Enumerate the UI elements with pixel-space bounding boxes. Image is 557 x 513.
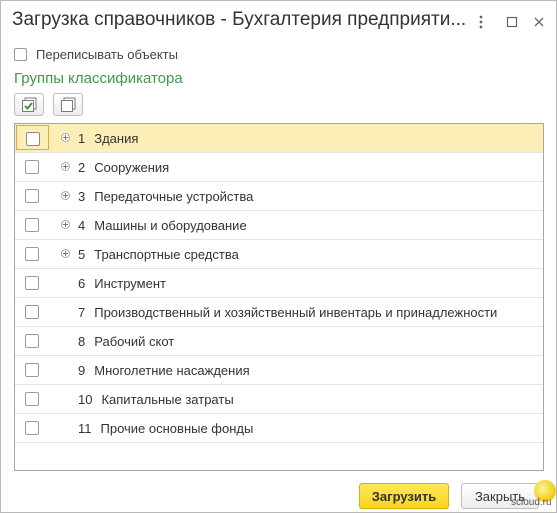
row-checkbox[interactable]	[25, 160, 39, 174]
row-checkbox[interactable]	[25, 276, 39, 290]
dialog-window: Загрузка справочников - Бухгалтерия пред…	[0, 0, 557, 513]
expand-icon[interactable]	[61, 162, 70, 171]
table-row[interactable]: 9 Многолетние насаждения	[15, 356, 543, 385]
row-label: 4 Машины и оборудование	[78, 218, 247, 233]
row-checkbox[interactable]	[25, 189, 39, 203]
more-icon[interactable]	[470, 11, 492, 33]
row-label: 3 Передаточные устройства	[78, 189, 254, 204]
check-all-button[interactable]	[14, 93, 44, 116]
uncheck-all-button[interactable]	[53, 93, 83, 116]
row-check-cell[interactable]	[16, 125, 49, 150]
uncheck-all-icon	[61, 97, 76, 112]
row-label: 7 Производственный и хозяйственный инвент…	[78, 305, 498, 320]
expand-icon[interactable]	[61, 249, 70, 258]
row-label: 1 Здания	[78, 131, 139, 146]
watermark-text: scloud.ru	[511, 497, 552, 508]
row-label: 6 Инструмент	[78, 276, 166, 291]
row-label: 9 Многолетние насаждения	[78, 363, 250, 378]
row-checkbox[interactable]	[25, 334, 39, 348]
row-checkbox[interactable]	[25, 305, 39, 319]
row-checkbox[interactable]	[25, 421, 39, 435]
row-label: 8 Рабочий скот	[78, 334, 175, 349]
overwrite-objects-option[interactable]: Переписывать объекты	[14, 45, 178, 63]
check-all-icon	[22, 97, 37, 112]
table-row[interactable]: 10 Капитальные затраты	[15, 385, 543, 414]
row-checkbox[interactable]	[26, 132, 40, 146]
title-bar: Загрузка справочников - Бухгалтерия пред…	[1, 1, 556, 43]
table-row[interactable]: 5 Транспортные средства	[15, 240, 543, 269]
classifier-groups-table[interactable]: 1 Здания 2 Сооружения 3 Передаточные устрой…	[14, 123, 544, 471]
overwrite-objects-label: Переписывать объекты	[36, 46, 178, 62]
window-title: Загрузка справочников - Бухгалтерия пред…	[12, 9, 467, 30]
table-row[interactable]: 3 Передаточные устройства	[15, 182, 543, 211]
table-row[interactable]: 11 Прочие основные фонды	[15, 414, 543, 443]
table-row[interactable]: 1 Здания	[15, 124, 543, 153]
close-icon[interactable]	[528, 11, 550, 33]
row-label: 10 Капитальные затраты	[78, 392, 234, 407]
row-checkbox[interactable]	[25, 247, 39, 261]
expand-icon[interactable]	[61, 191, 70, 200]
table-row[interactable]: 4 Машины и оборудование	[15, 211, 543, 240]
row-label: 11 Прочие основные фонды	[78, 421, 254, 436]
table-row[interactable]: 2 Сооружения	[15, 153, 543, 182]
row-checkbox[interactable]	[25, 392, 39, 406]
table-row[interactable]: 8 Рабочий скот	[15, 327, 543, 356]
row-label: 5 Транспортные средства	[78, 247, 239, 262]
overwrite-objects-checkbox[interactable]	[14, 47, 27, 61]
row-checkbox[interactable]	[25, 218, 39, 232]
table-row[interactable]: 6 Инструмент	[15, 269, 543, 298]
load-button[interactable]: Загрузить	[359, 483, 449, 509]
row-checkbox[interactable]	[25, 363, 39, 377]
table-row[interactable]: 7 Производственный и хозяйственный инвент…	[15, 298, 543, 327]
expand-icon[interactable]	[61, 220, 70, 229]
row-label: 2 Сооружения	[78, 160, 170, 175]
expand-icon[interactable]	[61, 133, 70, 142]
classifier-groups-title: Группы классификатора	[14, 70, 183, 87]
maximize-icon[interactable]	[501, 11, 523, 33]
